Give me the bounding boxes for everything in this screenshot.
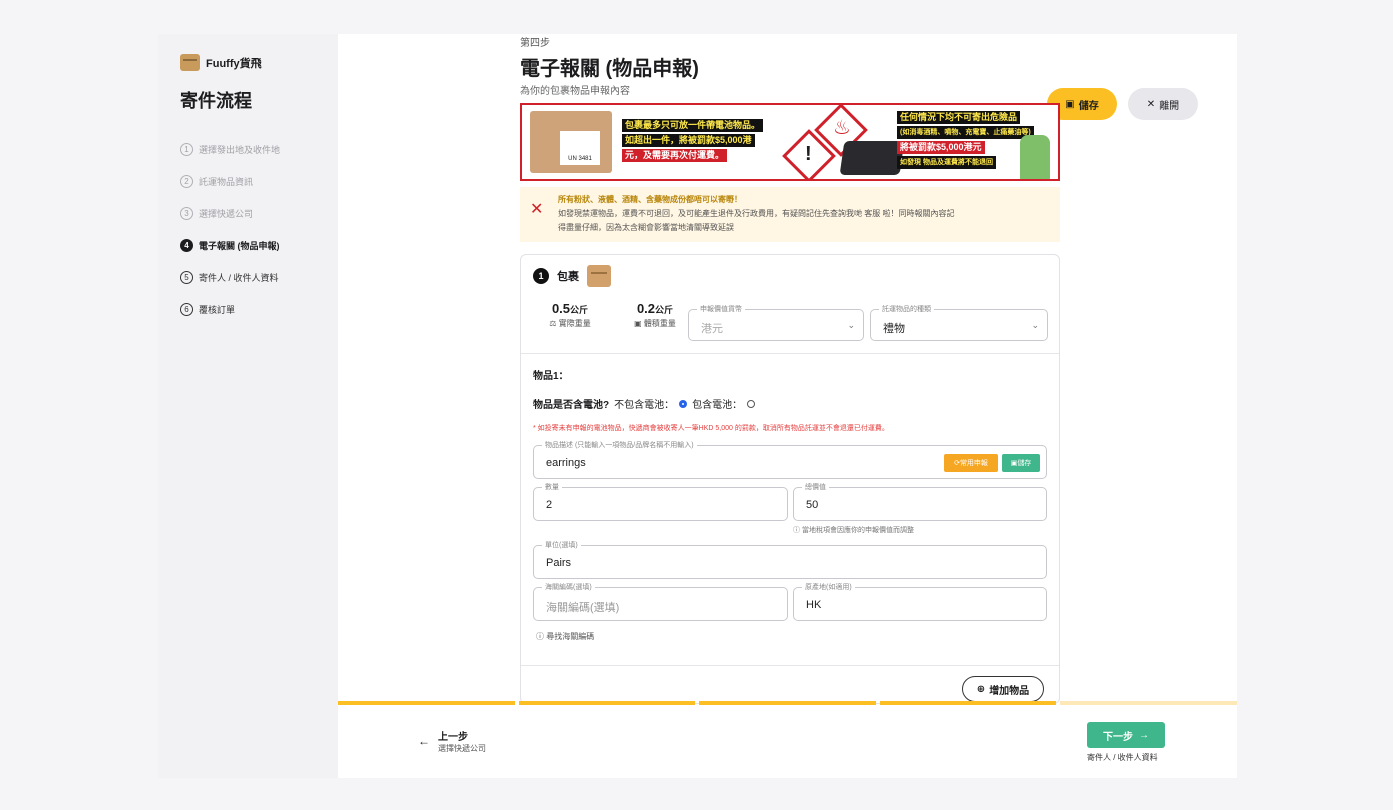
progress-bar (338, 701, 1237, 705)
divider (521, 665, 1059, 666)
actual-weight: 0.5公斤 ⚖ 實際重量 (549, 301, 591, 328)
page-title: 電子報關 (物品申報) (520, 58, 699, 80)
progress-segment (518, 701, 696, 705)
sanitizer-bottle-image (1020, 135, 1050, 179)
progress-segment (699, 701, 876, 705)
arrow-left-icon: ← (418, 734, 430, 748)
sidebar-step-1[interactable]: 1 選擇發出地及收件地 (180, 133, 316, 165)
save-item-button[interactable]: ▣ 儲存 (1002, 454, 1040, 472)
banner-text: 元，及需要再次付運費。 (622, 149, 728, 162)
app-window: Fuuffy貨飛 寄件流程 1 選擇發出地及收件地 2 託運物品資訊 3 選擇快遞公司… (158, 34, 1237, 778)
add-item-button[interactable]: ⊕ 增加物品 (962, 676, 1044, 702)
origin-field[interactable]: 原產地(如適用) HK (793, 582, 1047, 621)
warning-line: 得盡量仔細，因為太含糊會影響當地清關導致延誤 (558, 223, 734, 232)
info-icon: ⓘ (536, 632, 547, 641)
sidebar-step-6[interactable]: 6 覆核訂單 (180, 293, 316, 325)
sidebar: Fuuffy貨飛 寄件流程 1 選擇發出地及收件地 2 託運物品資訊 3 選擇快遞公司… (158, 34, 338, 778)
banner-text: 將被罰款$5,000港元 (897, 141, 985, 154)
progress-segment (879, 701, 1057, 705)
unit-field[interactable]: 單位(選填) Pairs (533, 540, 1047, 579)
chevron-down-icon: ⌄ (1031, 320, 1039, 330)
close-icon: ✕ (1146, 98, 1156, 110)
box-logo-icon (180, 54, 200, 71)
floppy-disk-icon: ▣ (1010, 460, 1018, 467)
sidebar-title: 寄件流程 (180, 91, 252, 111)
sidebar-step-4[interactable]: 4 電子報關 (物品申報) (180, 229, 316, 261)
floppy-disk-icon: ▣ (1065, 98, 1075, 110)
leave-button[interactable]: ✕ 離開 (1128, 88, 1198, 120)
next-step-subtitle: 寄件人 / 收件人資料 (1087, 753, 1158, 762)
volumetric-weight: 0.2公斤 ▣ 體積重量 (634, 301, 676, 328)
banner-text: 任何情況下均不可寄出危險品 (897, 111, 1021, 124)
banner-text: (如消毒酒精、噴物、充電寶、止痛藥油等) (897, 126, 1034, 139)
currency-select[interactable]: 申報價值貨幣 港元 ⌄ (688, 304, 864, 341)
info-icon: ⓘ (793, 527, 802, 534)
sidebar-step-2[interactable]: 2 託運物品資訊 (180, 165, 316, 197)
package-number: 1 (533, 268, 549, 284)
goods-type-select[interactable]: 託運物品的種類 禮物 ⌄ (870, 304, 1048, 341)
total-value-field[interactable]: 總價值 50 (793, 482, 1047, 521)
page-subtitle: 為你的包裹物品申報內容 (520, 86, 630, 97)
divider (521, 353, 1059, 354)
value-hint: ⓘ 當地稅項會因應你的申報價值而調整 (793, 527, 914, 534)
find-hs-code-link[interactable]: ⓘ 尋找海關編碼 (536, 631, 594, 642)
warning-line: 如發現禁運物品，運費不可退回，及可能產生退件及行政費用，有疑問記住先查詢我哋 客… (558, 209, 955, 218)
flame-icon: ♨ (833, 117, 851, 139)
sidebar-step-3[interactable]: 3 選擇快遞公司 (180, 197, 316, 229)
power-bank-image (839, 141, 905, 175)
common-declaration-button[interactable]: ⟳ 常用申報 (944, 454, 998, 472)
banner-text: 如超出一件，將被罰款$5,000港 (622, 134, 755, 147)
scale-icon: ⚖ (549, 319, 559, 328)
main-content: 第四步 電子報關 (物品申報) 為你的包裹物品申報內容 ▣ 儲存 ✕ 離開 UN… (338, 34, 1237, 778)
logo[interactable]: Fuuffy貨飛 (180, 54, 316, 71)
progress-segment (1060, 701, 1237, 705)
next-step-button[interactable]: 下一步 → (1087, 722, 1165, 748)
has-battery-radio[interactable] (747, 399, 756, 408)
banner-text: 包裹最多只可放一件帶電池物品。 (622, 119, 764, 132)
previous-step-button[interactable]: ← 上一步 選擇快遞公司 (418, 728, 486, 754)
cross-icon: ✕ (530, 201, 544, 218)
item-heading: 物品1： (533, 371, 569, 382)
step-label: 第四步 (520, 38, 550, 49)
logo-text: Fuuffy貨飛 (206, 57, 262, 70)
package-box-icon (587, 265, 611, 287)
no-battery-radio[interactable] (679, 399, 688, 408)
warning-line: 所有粉狀、液體、酒精、含藥物成份都唔可以寄嘢！ (558, 195, 742, 204)
item-description-field[interactable]: 物品描述 (只能輸入一項物品/品牌名稱不用輸入) earrings ⟳ 常用申報 … (533, 440, 1047, 479)
exclamation-icon: ! (805, 143, 812, 165)
parcel-image: UN 3481 (530, 111, 612, 173)
progress-segment (338, 701, 515, 705)
dangerous-goods-banner: UN 3481 包裹最多只可放一件帶電池物品。 如超出一件，將被罰款$5,000… (520, 103, 1060, 181)
arrow-right-icon: → (1139, 729, 1149, 741)
package-title: 包裹 (557, 271, 579, 283)
battery-question-row: 物品是否含電池? 不包含電池： 包含電池： (533, 396, 756, 411)
plus-circle-icon: ⊕ (976, 683, 986, 695)
package-header: 1 包裹 (533, 265, 611, 287)
quantity-field[interactable]: 數量 2 (533, 482, 788, 521)
chevron-down-icon: ⌄ (847, 320, 855, 330)
cube-icon: ▣ (634, 319, 644, 328)
un-label: UN 3481 (560, 131, 600, 165)
banner-text: 如發現 物品及運費將不能退回 (897, 156, 996, 169)
warning-box: ✕ 所有粉狀、液體、酒精、含藥物成份都唔可以寄嘢！ 如發現禁運物品，運費不可退回… (520, 187, 1060, 242)
sidebar-step-5[interactable]: 5 寄件人 / 收件人資料 (180, 261, 316, 293)
battery-note: * 如投寄未有申報的電池物品，快遞商會被收寄人一筆HKD 5,000 的罰款，取… (533, 425, 889, 432)
package-card: 1 包裹 0.5公斤 ⚖ 實際重量 0.2公斤 ▣ 體積重量 申報價值貨幣 港元… (520, 254, 1060, 704)
hs-code-field[interactable]: 海關編碼(選填) 海關編碼(選填) (533, 582, 788, 621)
